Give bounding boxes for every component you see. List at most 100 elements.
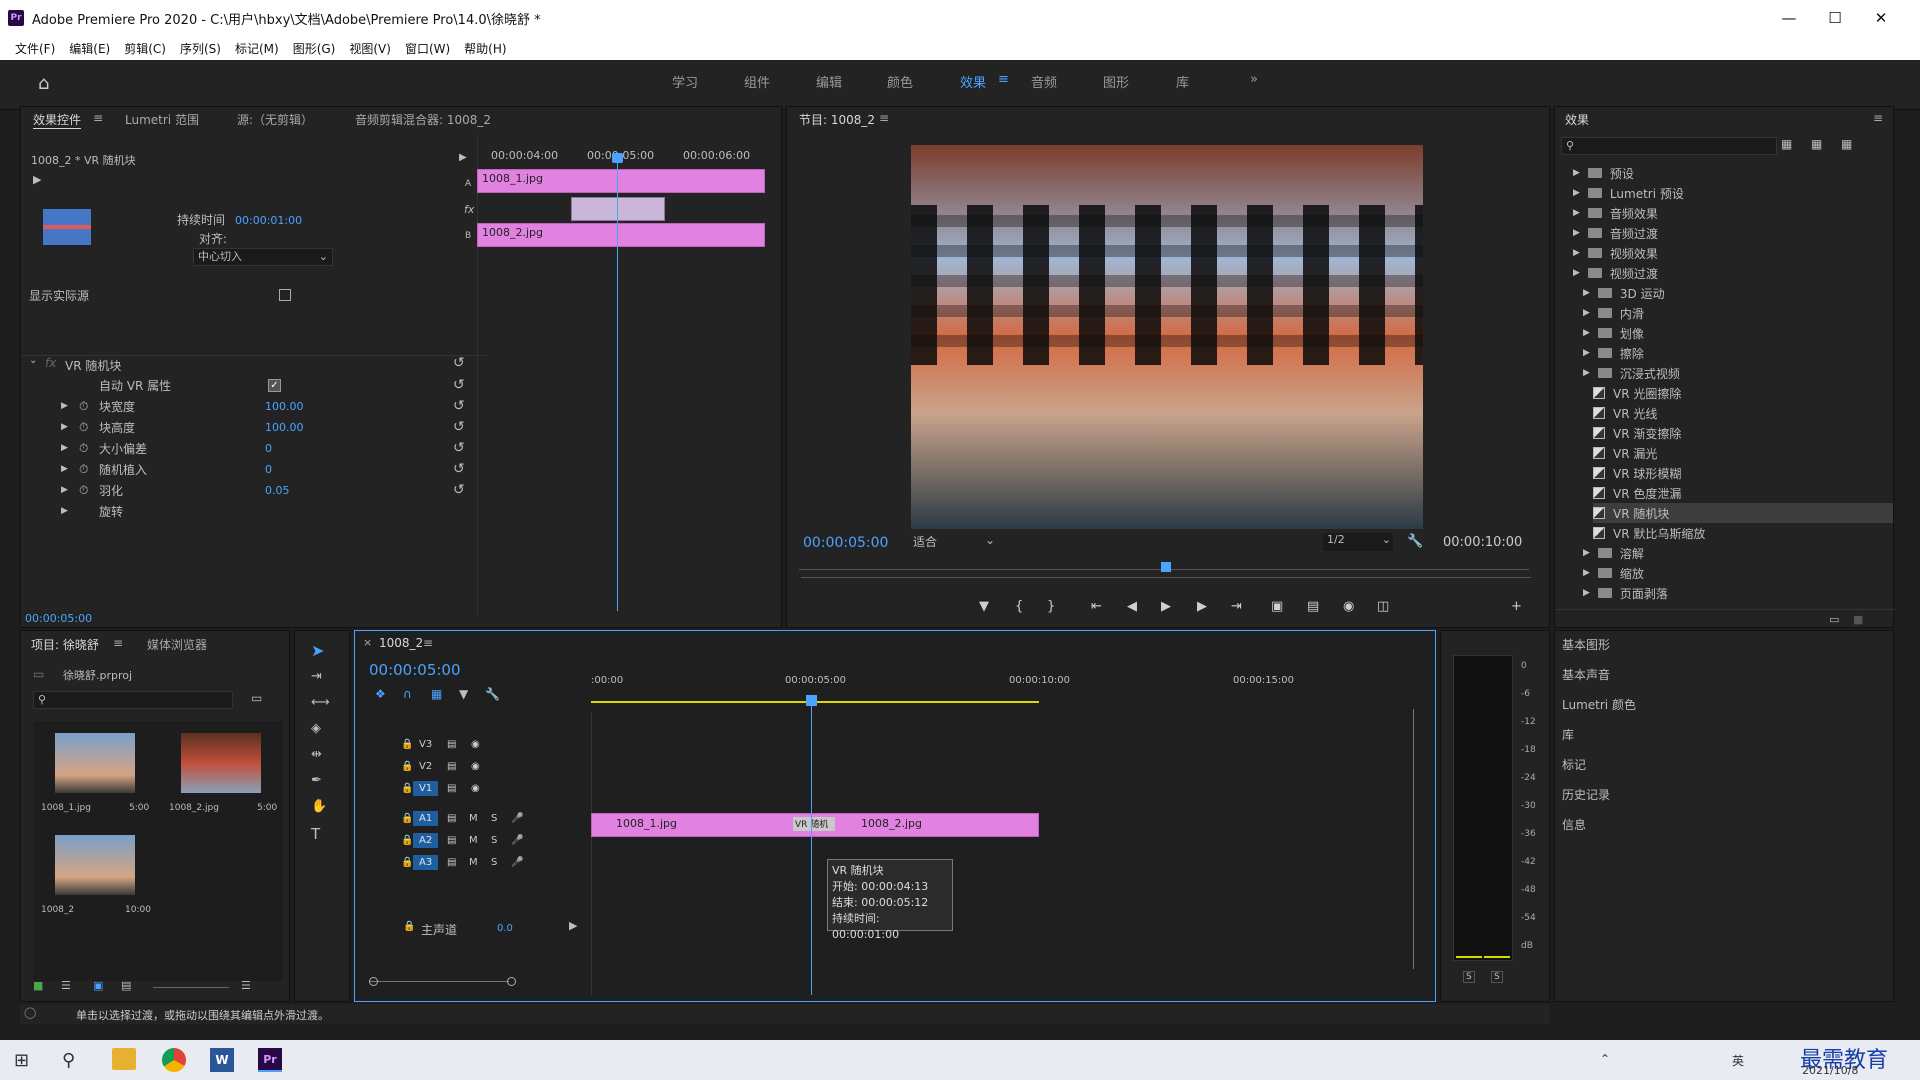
- accelerated-effects-icon[interactable]: ▦: [1781, 137, 1792, 151]
- expand-arrow-icon[interactable]: ▶: [459, 152, 467, 163]
- lock-icon[interactable]: ■: [33, 979, 43, 992]
- tree-expand-icon[interactable]: ▶: [1573, 168, 1580, 178]
- panel-essential-graphics[interactable]: 基本图形: [1562, 636, 1610, 653]
- wrench-icon[interactable]: 🔧: [1407, 534, 1423, 549]
- track-label[interactable]: V2: [413, 759, 438, 774]
- mute-button[interactable]: M: [469, 813, 478, 824]
- ime-indicator[interactable]: 英: [1732, 1052, 1744, 1069]
- delete-icon[interactable]: ■: [1853, 613, 1863, 626]
- prop-value-size-variance[interactable]: 0: [265, 442, 272, 455]
- expand-arrow-icon[interactable]: ▶: [61, 464, 68, 474]
- reset-icon[interactable]: ↺: [453, 398, 465, 414]
- extract-icon[interactable]: ▤: [1307, 599, 1319, 614]
- prop-value-block-width[interactable]: 100.00: [265, 400, 304, 413]
- effect-tree-item[interactable]: ▶ 擦除: [1583, 343, 1644, 363]
- mark-out-icon[interactable]: }: [1047, 599, 1055, 614]
- reset-icon[interactable]: ↺: [453, 461, 465, 477]
- track-lock-icon[interactable]: 🔒: [401, 783, 413, 794]
- panel-history[interactable]: 历史记录: [1562, 786, 1610, 803]
- go-to-out-icon[interactable]: ⇥: [1231, 599, 1242, 614]
- solo-left-button[interactable]: S: [1463, 971, 1475, 983]
- menu-clip[interactable]: 剪辑(C): [124, 40, 166, 57]
- expand-arrow-icon[interactable]: ▶: [61, 506, 68, 516]
- menu-markers[interactable]: 标记(M): [235, 40, 279, 57]
- effect-tree-item[interactable]: VR 光圈擦除: [1593, 383, 1681, 403]
- ec-transition-block[interactable]: [571, 197, 665, 221]
- workspace-libraries[interactable]: 库: [1176, 72, 1189, 91]
- linked-selection-icon[interactable]: ▦: [431, 687, 442, 701]
- sort-icon[interactable]: ☰: [241, 979, 251, 992]
- tree-expand-icon[interactable]: ▶: [1583, 348, 1590, 358]
- workspace-editing[interactable]: 编辑: [816, 72, 842, 91]
- stopwatch-icon[interactable]: ⏱: [79, 420, 88, 435]
- panel-menu-icon[interactable]: ≡: [1873, 111, 1883, 125]
- toggle-output-icon[interactable]: ▤: [447, 857, 456, 868]
- tree-expand-icon[interactable]: ▶: [1583, 288, 1590, 298]
- workspace-color[interactable]: 颜色: [887, 72, 913, 91]
- icon-view-icon[interactable]: ▣: [93, 979, 103, 992]
- zoom-bar[interactable]: [801, 577, 1531, 581]
- tree-expand-icon[interactable]: ▶: [1573, 268, 1580, 278]
- menu-window[interactable]: 窗口(W): [405, 40, 450, 57]
- tab-effect-controls[interactable]: 效果控件: [33, 111, 82, 129]
- tree-expand-icon[interactable]: ▶: [1573, 228, 1580, 238]
- prop-value-random-seed[interactable]: 0: [265, 463, 272, 476]
- solo-button[interactable]: S: [491, 835, 497, 846]
- ec-playhead-handle[interactable]: [612, 153, 623, 163]
- microphone-icon[interactable]: 🎤: [511, 835, 523, 846]
- solo-button[interactable]: S: [491, 857, 497, 868]
- auto-vr-checkbox[interactable]: ✓: [268, 378, 281, 392]
- close-button[interactable]: ✕: [1858, 0, 1904, 36]
- track-label[interactable]: A2: [413, 833, 439, 848]
- workspace-effects[interactable]: 效果: [960, 72, 986, 91]
- word-icon[interactable]: W: [210, 1048, 234, 1072]
- tree-expand-icon[interactable]: ▶: [1583, 308, 1590, 318]
- project-search-input[interactable]: ⚲: [33, 691, 233, 709]
- minimize-button[interactable]: —: [1766, 0, 1812, 36]
- mute-button[interactable]: M: [469, 857, 478, 868]
- effect-tree-item[interactable]: VR 渐变擦除: [1593, 423, 1681, 443]
- fit-dropdown[interactable]: 适合 ⌄: [913, 533, 997, 551]
- effect-tree-item[interactable]: ▶ 溶解: [1583, 543, 1644, 563]
- menu-edit[interactable]: 编辑(E): [69, 40, 110, 57]
- tree-expand-icon[interactable]: ▶: [1573, 188, 1580, 198]
- track-label[interactable]: V3: [413, 737, 438, 752]
- menu-view[interactable]: 视图(V): [349, 40, 391, 57]
- file-explorer-icon[interactable]: [112, 1048, 136, 1070]
- collapse-arrow-icon[interactable]: ⌄: [29, 355, 37, 366]
- toggle-output-icon[interactable]: ▤: [447, 761, 456, 772]
- effect-tree-item[interactable]: VR 球形模糊: [1593, 463, 1681, 483]
- microphone-icon[interactable]: 🎤: [511, 813, 523, 824]
- effect-tree-item[interactable]: ▶ 缩放: [1583, 563, 1644, 583]
- chrome-icon[interactable]: [162, 1048, 186, 1072]
- toggle-output-icon[interactable]: ▤: [447, 813, 456, 824]
- stopwatch-icon[interactable]: ⏱: [79, 399, 88, 414]
- add-button-icon[interactable]: +: [1511, 599, 1522, 614]
- expand-arrow-icon[interactable]: ▶: [61, 422, 68, 432]
- expand-arrow-icon[interactable]: ▶: [61, 401, 68, 411]
- stopwatch-icon[interactable]: ⏱: [79, 441, 88, 456]
- razor-tool-icon[interactable]: ◈: [311, 721, 321, 736]
- effect-tree-item[interactable]: ▶ 页面剥落: [1583, 583, 1668, 603]
- track-label[interactable]: V1: [413, 781, 439, 796]
- mute-button[interactable]: M: [469, 835, 478, 846]
- add-marker-icon[interactable]: ▼: [459, 687, 468, 701]
- menu-file[interactable]: 文件(F): [15, 40, 55, 57]
- workspace-overflow[interactable]: »: [1250, 72, 1258, 87]
- effects-search-input[interactable]: ⚲: [1561, 137, 1777, 155]
- duration-value[interactable]: 00:00:01:00: [235, 214, 302, 227]
- toggle-output-icon[interactable]: ▤: [447, 835, 456, 846]
- tab-project[interactable]: 项目: 徐晓舒: [31, 636, 99, 653]
- add-marker-icon[interactable]: ▼: [979, 599, 989, 614]
- tab-program[interactable]: 节目: 1008_2: [799, 111, 875, 128]
- step-forward-icon[interactable]: ▶: [1197, 599, 1207, 614]
- expand-arrow-icon[interactable]: ▶: [61, 485, 68, 495]
- effect-tree-item[interactable]: ▶ 沉浸式视频: [1583, 363, 1680, 383]
- new-bin-icon[interactable]: ▭: [1829, 613, 1839, 626]
- scroll-handle[interactable]: [507, 977, 516, 986]
- thumbnail-1008-2[interactable]: [181, 733, 261, 793]
- align-dropdown[interactable]: 中心切入 ⌄: [193, 248, 333, 266]
- effect-tree-item[interactable]: ▶ 音频过渡: [1573, 223, 1658, 243]
- prop-value-block-height[interactable]: 100.00: [265, 421, 304, 434]
- effect-tree-item[interactable]: ▶ 预设: [1573, 163, 1634, 183]
